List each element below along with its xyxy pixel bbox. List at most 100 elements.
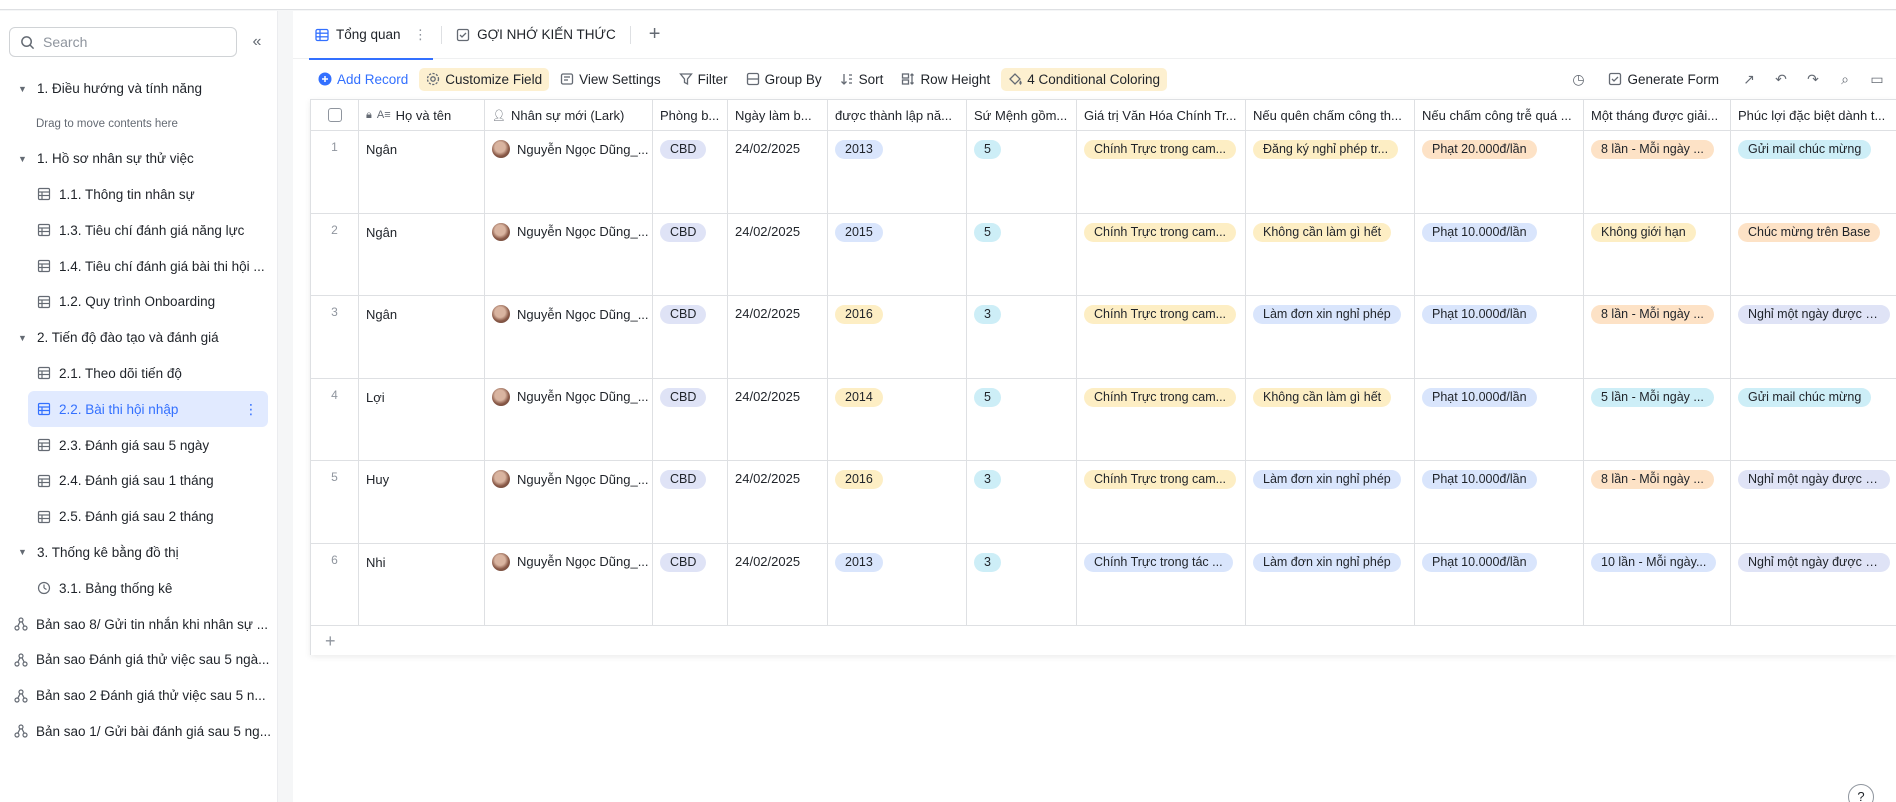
person-cell[interactable]: Nguyễn Ngọc Dũng_... (485, 131, 653, 213)
month-cell[interactable]: 8 lần - Mỗi ngày ... (1584, 296, 1731, 378)
sidebar-item-workflow[interactable]: Bản sao 8/ Gửi tin nhắn khi nhân sự ... (0, 606, 278, 642)
sidebar-item-dashboard[interactable]: 3.1. Bảng thống kê (0, 570, 278, 606)
benefit-cell[interactable]: Gửi mail chúc mừng (1731, 131, 1896, 213)
year-cell[interactable]: 2013 (828, 543, 967, 625)
add-record-button[interactable]: Add Record (311, 68, 415, 91)
benefit-cell[interactable]: Nghỉ một ngày được h... (1731, 544, 1896, 626)
filter-button[interactable]: Filter (672, 68, 735, 91)
sidebar-item-workflow[interactable]: Bản sao Đánh giá thử việc sau 5 ngà... (0, 642, 278, 678)
dept-cell[interactable]: CBD (653, 213, 728, 295)
column-header[interactable]: được thành lập nă... (828, 100, 967, 130)
value-cell[interactable]: Chính Trực trong cam... (1077, 378, 1246, 460)
forgot-cell[interactable]: Làm đơn xin nghỉ phép (1246, 296, 1415, 378)
date-cell[interactable]: 24/02/2025 (728, 461, 828, 543)
table-row[interactable]: 5 Huy Nguyễn Ngọc Dũng_... CBD 24/02/2025 201… (311, 461, 1896, 544)
forgot-cell[interactable]: Đăng ký nghỉ phép tr... (1246, 131, 1415, 213)
dept-cell[interactable]: CBD (653, 461, 728, 543)
table-row[interactable]: 3 Ngân Nguyễn Ngọc Dũng_... CBD 24/02/2025 20… (311, 296, 1896, 379)
person-cell[interactable]: Nguyễn Ngọc Dũng_... (485, 378, 653, 460)
conditional-coloring-button[interactable]: 4 Conditional Coloring (1001, 67, 1168, 91)
caret-down-icon[interactable]: ▼ (18, 154, 28, 164)
sort-button[interactable]: Sort (833, 68, 891, 91)
column-header[interactable]: Ngày làm b... (728, 100, 828, 130)
sidebar-group[interactable]: ▼ 1. Hồ sơ nhân sự thử việc (0, 141, 278, 177)
date-cell[interactable]: 24/02/2025 (728, 131, 828, 213)
mission-cell[interactable]: 5 (967, 131, 1077, 213)
benefit-cell[interactable]: Chúc mừng trên Base (1731, 214, 1896, 296)
person-cell[interactable]: Nguyễn Ngọc Dũng_... (485, 296, 653, 378)
sidebar-item-workflow[interactable]: Bản sao 1/ Gửi bài đánh giá sau 5 ng... (0, 714, 278, 750)
late-cell[interactable]: Phạt 10.000đ/lần (1415, 543, 1584, 625)
select-all-checkbox[interactable] (311, 100, 359, 130)
month-cell[interactable]: 8 lần - Mỗi ngày ... (1584, 131, 1731, 213)
mission-cell[interactable]: 5 (967, 213, 1077, 295)
benefit-cell[interactable]: Gửi mail chúc mừng (1731, 379, 1896, 461)
table-row[interactable]: 4 Lợi Nguyễn Ngọc Dũng_... CBD 24/02/2025 201… (311, 378, 1896, 461)
tab-goi-nho[interactable]: GỢI NHỚ KIẾN THỨC (450, 11, 622, 59)
name-cell[interactable]: Huy (359, 461, 485, 543)
dept-cell[interactable]: CBD (653, 131, 728, 213)
person-cell[interactable]: Nguyễn Ngọc Dũng_... (485, 543, 653, 625)
add-row-button[interactable]: + (311, 626, 1896, 656)
sidebar-group[interactable]: ▼ 1. Điều hướng và tính năng (0, 71, 278, 107)
year-cell[interactable]: 2016 (828, 296, 967, 378)
tab-more-icon[interactable]: ⋮ (414, 27, 428, 43)
column-header[interactable]: 🔒︎ A≡ Họ và tên (359, 100, 485, 130)
customize-field-button[interactable]: Customize Field (419, 67, 550, 91)
late-cell[interactable]: Phạt 10.000đ/lần (1415, 378, 1584, 460)
share-icon[interactable]: ↗ (1740, 71, 1758, 88)
sidebar-item-table[interactable]: 1.4. Tiêu chí đánh giá bài thi hội ... (0, 248, 278, 284)
collapse-sidebar-icon[interactable]: « (248, 34, 266, 50)
person-cell[interactable]: Nguyễn Ngọc Dũng_... (485, 461, 653, 543)
value-cell[interactable]: Chính Trực trong cam... (1077, 131, 1246, 213)
year-cell[interactable]: 2013 (828, 131, 967, 213)
group-by-button[interactable]: Group By (739, 68, 829, 91)
mission-cell[interactable]: 3 (967, 461, 1077, 543)
value-cell[interactable]: Chính Trực trong tác ... (1077, 543, 1246, 625)
history-icon[interactable]: ◷ (1569, 71, 1587, 88)
late-cell[interactable]: Phạt 10.000đ/lần (1415, 296, 1584, 378)
name-cell[interactable]: Ngân (359, 131, 485, 213)
dept-cell[interactable]: CBD (653, 543, 728, 625)
year-cell[interactable]: 2016 (828, 461, 967, 543)
generate-form-button[interactable]: Generate Form (1601, 68, 1726, 91)
column-header[interactable]: Nếu quên chấm công th... (1246, 100, 1415, 130)
forgot-cell[interactable]: Làm đơn xin nghỉ phép (1246, 461, 1415, 543)
sidebar-item-table[interactable]: 2.5. Đánh giá sau 2 tháng (0, 499, 278, 535)
sidebar-item-table[interactable]: 1.1. Thông tin nhân sự (0, 177, 278, 213)
name-cell[interactable]: Nhi (359, 543, 485, 625)
search-records-icon[interactable]: ⌕ (1836, 71, 1854, 88)
year-cell[interactable]: 2014 (828, 378, 967, 460)
benefit-cell[interactable]: Nghỉ một ngày được h... (1731, 296, 1896, 378)
sidebar-group[interactable]: ▼ 3. Thống kê bằng đồ thị (0, 535, 278, 571)
sidebar-item-table[interactable]: 1.2. Quy trình Onboarding (0, 284, 278, 320)
year-cell[interactable]: 2015 (828, 213, 967, 295)
redo-icon[interactable]: ↷ (1804, 71, 1822, 88)
late-cell[interactable]: Phạt 20.000đ/lần (1415, 131, 1584, 213)
month-cell[interactable]: Không giới hạn (1584, 213, 1731, 295)
sidebar-item-active[interactable]: 2.2. Bài thi hội nhập ⋮ (28, 391, 268, 428)
caret-down-icon[interactable]: ▼ (18, 547, 28, 557)
dept-cell[interactable]: CBD (653, 296, 728, 378)
late-cell[interactable]: Phạt 10.000đ/lần (1415, 213, 1584, 295)
mission-cell[interactable]: 5 (967, 378, 1077, 460)
table-row[interactable]: 2 Ngân Nguyễn Ngọc Dũng_... CBD 24/02/2025 20… (311, 213, 1896, 296)
name-cell[interactable]: Lợi (359, 378, 485, 460)
help-button[interactable]: ? (1848, 784, 1874, 802)
comment-icon[interactable]: ▭ (1868, 71, 1886, 88)
caret-down-icon[interactable]: ▼ (18, 84, 28, 94)
value-cell[interactable]: Chính Trực trong cam... (1077, 213, 1246, 295)
column-header[interactable]: Phúc lợi đặc biệt dành t... (1731, 100, 1896, 130)
name-cell[interactable]: Ngân (359, 213, 485, 295)
person-cell[interactable]: Nguyễn Ngọc Dũng_... (485, 213, 653, 295)
dept-cell[interactable]: CBD (653, 378, 728, 460)
mission-cell[interactable]: 3 (967, 543, 1077, 625)
table-row[interactable]: 1 Ngân Nguyễn Ngọc Dũng_... CBD 24/02/2025 20… (311, 131, 1896, 214)
tab-tong-quan[interactable]: Tổng quan ⋮ (309, 11, 434, 60)
column-header[interactable]: Một tháng được giải... (1584, 100, 1731, 130)
date-cell[interactable]: 24/02/2025 (728, 296, 828, 378)
value-cell[interactable]: Chính Trực trong cam... (1077, 296, 1246, 378)
sidebar-item-table[interactable]: 2.1. Theo dõi tiến độ (0, 356, 278, 392)
month-cell[interactable]: 10 lần - Mỗi ngày... (1584, 543, 1731, 625)
column-header[interactable]: 👤︎ Nhân sự mới (Lark) (485, 100, 653, 130)
